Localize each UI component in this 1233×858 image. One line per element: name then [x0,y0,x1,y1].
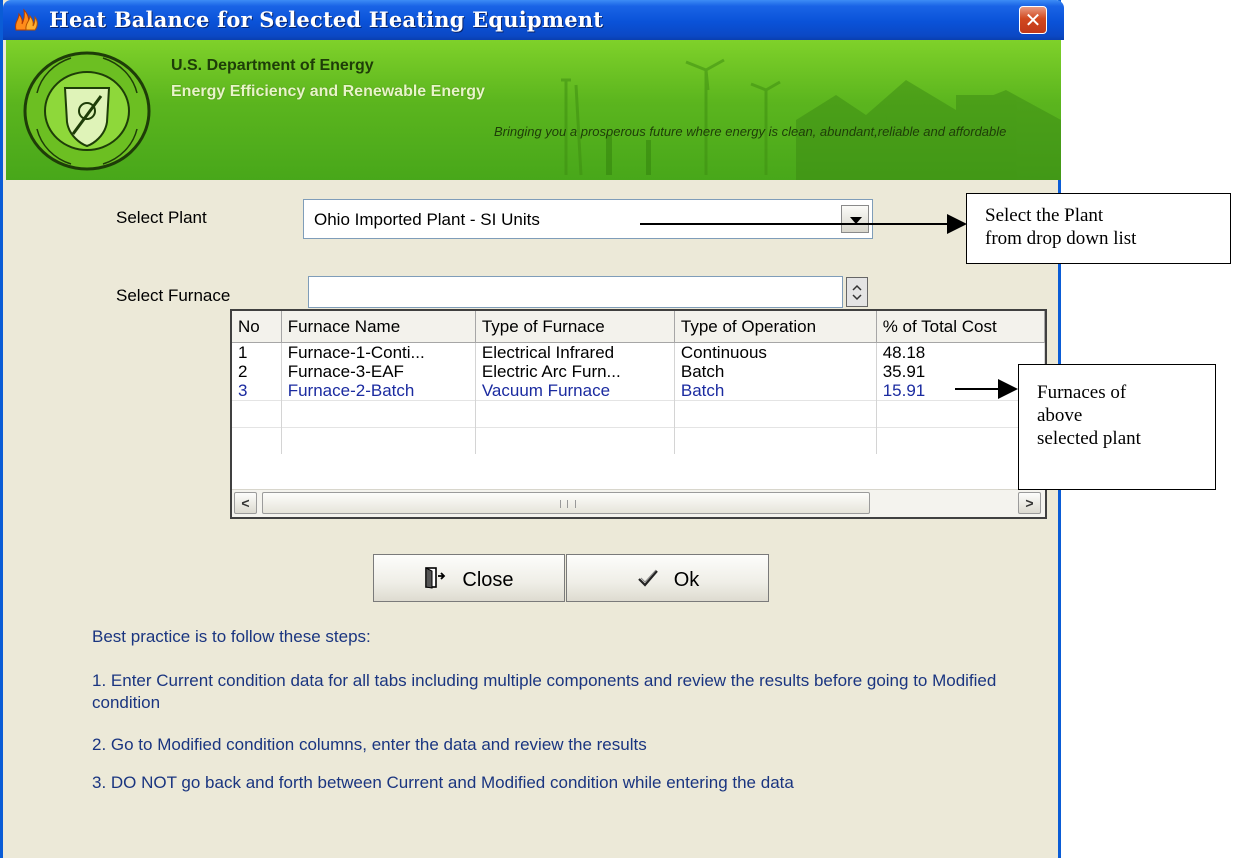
plant-callout: Select the Plant from drop down list [966,193,1231,264]
plant-callout-line2: from drop down list [985,228,1137,249]
plant-callout-line1: Select the Plant [985,205,1104,226]
furnace-callout-line2: above [1037,405,1083,426]
furnace-callout: Furnaces of above selected plant [1018,364,1216,490]
furnace-callout-line1: Furnaces of [1037,382,1127,403]
furnace-callout-line3: selected plant [1037,428,1141,449]
